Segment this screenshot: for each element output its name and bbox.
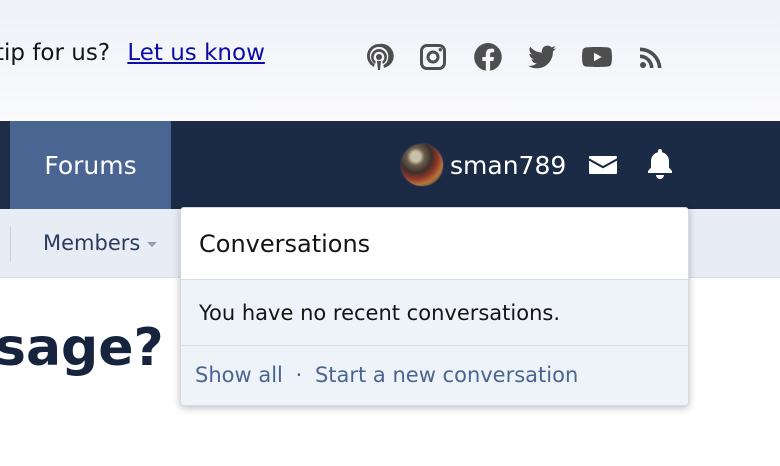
members-menu[interactable]: Members: [43, 231, 158, 255]
subnav-divider: [10, 226, 11, 262]
dropdown-title: Conversations: [181, 208, 688, 280]
footer-separator: ·: [295, 363, 303, 387]
show-all-link[interactable]: Show all: [195, 363, 283, 387]
nav-tab-forums[interactable]: Forums: [0, 121, 171, 209]
rss-icon[interactable]: [632, 38, 670, 76]
main-nav: Forums sman789: [0, 121, 780, 209]
let-us-know-link[interactable]: Let us know: [127, 40, 265, 66]
username[interactable]: sman789: [450, 151, 566, 180]
empty-message: You have no recent conversations.: [181, 280, 688, 346]
tip-text: tip for us?: [0, 40, 111, 66]
dropdown-footer: Show all · Start a new conversation: [181, 346, 688, 405]
podcast-icon[interactable]: [360, 38, 398, 76]
chevron-down-icon: [147, 242, 158, 247]
avatar[interactable]: [400, 143, 444, 187]
start-new-conversation-link[interactable]: Start a new conversation: [315, 363, 578, 387]
facebook-icon[interactable]: [469, 38, 507, 76]
page-title: sage?: [0, 318, 164, 378]
twitter-icon[interactable]: [523, 38, 561, 76]
youtube-icon[interactable]: [578, 38, 616, 76]
conversations-dropdown: Conversations You have no recent convers…: [180, 207, 689, 406]
top-bar: tip for us? Let us know: [0, 0, 780, 121]
mail-icon[interactable]: [588, 150, 618, 180]
user-menu[interactable]: sman789: [400, 143, 566, 187]
tip-banner: tip for us? Let us know: [0, 40, 265, 66]
bell-icon[interactable]: [645, 147, 675, 181]
members-label: Members: [43, 231, 141, 255]
instagram-icon[interactable]: [414, 38, 452, 76]
